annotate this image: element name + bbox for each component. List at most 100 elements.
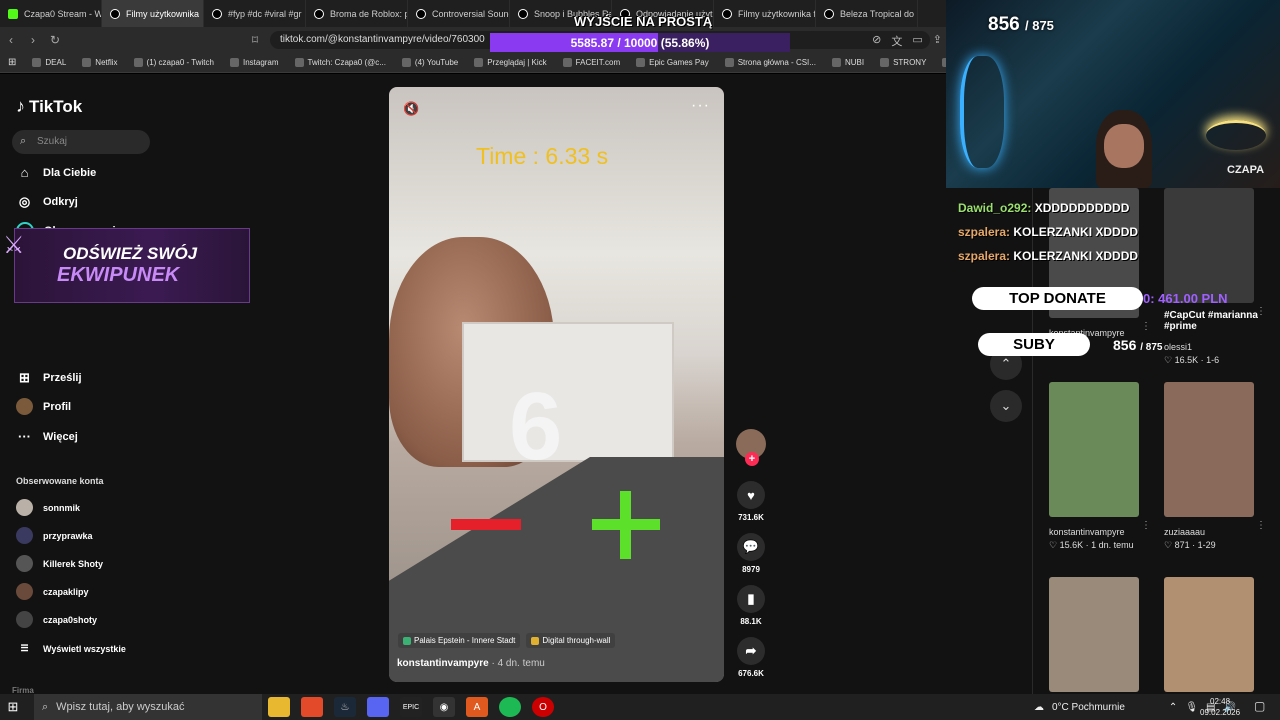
related-video-author[interactable]: zuziaaaau xyxy=(1164,527,1205,537)
share-button[interactable]: ➦ 676.6K xyxy=(732,637,770,678)
bookmark-item[interactable]: NUBI xyxy=(831,58,864,67)
discord-icon[interactable] xyxy=(367,697,389,717)
steam-icon[interactable]: ♨ xyxy=(334,697,356,717)
file-explorer-icon[interactable] xyxy=(268,697,290,717)
sidebar-item-profil[interactable]: Profil xyxy=(16,398,71,415)
reload-icon[interactable]: ↻ xyxy=(44,33,66,47)
top-donate-pill: TOP DONATE xyxy=(972,287,1143,310)
video-author[interactable]: konstantinvampyre · 4 dn. temu xyxy=(397,658,545,669)
account-name: czapaklipy xyxy=(43,586,89,597)
bookmark-label: Instagram xyxy=(242,58,279,67)
video-tags: Palais Epstein - Innere Stadt Digital th… xyxy=(398,633,616,648)
sidebar-item-dla-ciebie[interactable]: ⌂ Dla Ciebie xyxy=(16,164,97,181)
bookmark-label: DEAL xyxy=(45,58,67,67)
bookmark-item[interactable]: DEAL xyxy=(32,58,66,67)
show-all-link[interactable]: ☰ Wyświetl wszystkie xyxy=(16,643,125,654)
location-tag[interactable]: Palais Epstein - Innere Stadt xyxy=(398,633,521,648)
browser-tab[interactable]: Filmy użytkownika f xyxy=(714,0,816,27)
sidebar-item-odkryj[interactable]: ◎ Odkryj xyxy=(16,193,78,210)
back-icon[interactable]: ‹ xyxy=(0,33,22,47)
followed-account[interactable]: przyprawka xyxy=(16,527,93,544)
sidebar-item-prześlij[interactable]: ⊞ Prześlij xyxy=(16,369,81,386)
search-input[interactable]: ⌕ Szukaj xyxy=(12,130,150,154)
opera-icon[interactable]: O xyxy=(532,697,554,717)
comment-count: 8979 xyxy=(742,565,760,574)
browser-tab[interactable]: #fyp #dc #viral #gr xyxy=(204,0,306,27)
bookmark-item[interactable]: Instagram xyxy=(229,58,279,67)
more-options-icon[interactable]: ⋮ xyxy=(1256,306,1266,317)
apps-icon[interactable]: ⊞ xyxy=(8,57,16,68)
browser-tab[interactable]: Broma de Roblox: p xyxy=(306,0,408,27)
bookmark-item[interactable]: STRONY xyxy=(880,58,926,67)
related-video-thumbnail[interactable] xyxy=(1049,382,1139,517)
translate-icon[interactable]: 文 xyxy=(891,33,902,49)
related-video-thumbnail[interactable] xyxy=(1164,188,1254,303)
forward-icon[interactable]: › xyxy=(22,33,44,47)
mic-icon[interactable]: 🎙 xyxy=(1185,702,1198,713)
notification-icon[interactable]: ▢ xyxy=(1254,699,1265,713)
share-arrow-icon: ➦ xyxy=(737,637,765,665)
related-video-title[interactable]: #CapCut #marianna #prime xyxy=(1164,310,1264,332)
browser-tab[interactable]: Controversial Sound xyxy=(408,0,510,27)
tray-chevron-icon[interactable]: ⌃ xyxy=(1169,702,1177,713)
related-video-author[interactable]: konstantinvampyre xyxy=(1049,527,1125,537)
brave-icon[interactable] xyxy=(301,697,323,717)
tab-label: Broma de Roblox: p xyxy=(330,8,408,19)
more-options-icon[interactable]: ⋮ xyxy=(1141,321,1151,332)
related-video-thumbnail[interactable] xyxy=(1049,577,1139,692)
bookmark-item[interactable]: Strona główna - CSI... xyxy=(724,58,816,67)
kick-favicon-icon xyxy=(8,8,18,19)
followed-account[interactable]: czapaklipy xyxy=(16,583,89,600)
clock[interactable]: 02:48 09.02.2026 xyxy=(1200,696,1240,718)
related-video-thumbnail[interactable] xyxy=(1164,382,1254,517)
chat-text: KOLERZANKI XDDDD xyxy=(1013,225,1139,239)
bookmark-item[interactable]: (4) YouTube xyxy=(401,58,458,67)
browser-tab[interactable]: Filmy użytkownika× xyxy=(102,0,204,27)
related-video-thumbnail[interactable] xyxy=(1164,577,1254,692)
mute-icon[interactable]: 🔇 xyxy=(403,101,419,117)
bookmark-icon: ▮ xyxy=(737,585,765,613)
follow-plus-icon[interactable]: + xyxy=(745,452,759,466)
followed-account[interactable]: czapa0shoty xyxy=(16,611,97,628)
no-tracking-icon[interactable]: ⊘ xyxy=(872,33,881,49)
more-options-icon[interactable]: ··· xyxy=(691,97,710,115)
more-options-icon[interactable]: ⋮ xyxy=(1256,520,1266,531)
taskbar-search[interactable]: ⌕ Wpisz tutaj, aby wyszukać xyxy=(34,694,262,720)
like-button[interactable]: ♥ 731.6K xyxy=(732,481,770,522)
windows-start-icon[interactable]: ⊞ xyxy=(0,699,26,715)
weather-label[interactable]: 0°C Pochmurnie xyxy=(1052,702,1125,713)
bookmark-item[interactable]: Przeglądaj | Kick xyxy=(474,58,547,67)
a-app-icon[interactable]: A xyxy=(466,697,488,717)
scroll-down-button[interactable]: ⌄ xyxy=(990,390,1022,422)
share-icon[interactable]: ⇪ xyxy=(933,33,942,49)
bookmark-item[interactable]: (1) czapa0 - Twitch xyxy=(133,58,214,67)
save-button[interactable]: ▮ 88.1K xyxy=(732,585,770,626)
followed-account[interactable]: Killerek Shoty xyxy=(16,555,103,572)
neon-light xyxy=(960,56,1004,168)
browser-tab[interactable]: Beleza Tropical do N xyxy=(816,0,918,27)
bookmark-item[interactable]: Netflix xyxy=(82,58,118,67)
video-player[interactable]: 6 🔇 ··· Time : 6.33 s Palais Epstein - I… xyxy=(389,87,724,682)
related-video-stats: ♡ 16.5K · 1-6 xyxy=(1164,355,1220,365)
avatar xyxy=(16,611,33,628)
followed-account[interactable]: sonnmik xyxy=(16,499,80,516)
obs-icon[interactable]: ◉ xyxy=(433,697,455,717)
epic-games-icon[interactable]: EPIC xyxy=(400,697,422,717)
tiktok-logo[interactable]: ♪ TikTok xyxy=(16,96,82,117)
cast-icon[interactable]: ▭ xyxy=(912,33,922,49)
spotify-icon[interactable] xyxy=(499,697,521,717)
author-avatar[interactable]: + xyxy=(732,429,770,466)
browser-tab[interactable]: Czapa0 Stream - Wa xyxy=(0,0,102,27)
bookmark-item[interactable]: Twitch: Czapa0 (@c... xyxy=(294,58,386,67)
effect-tag[interactable]: Digital through-wall xyxy=(526,633,616,648)
bookmark-icon[interactable]: ⌑ xyxy=(244,33,266,47)
bookmark-item[interactable]: Epic Games Pay xyxy=(636,58,709,67)
tiktok-favicon-icon xyxy=(212,8,222,19)
more-options-icon[interactable]: ⋮ xyxy=(1141,520,1151,531)
bookmark-item[interactable]: FACEIT.com xyxy=(562,58,621,67)
related-video-author[interactable]: olessi1 xyxy=(1164,342,1192,352)
sidebar-item-więcej[interactable]: ··· Więcej xyxy=(16,428,78,445)
tiktok-favicon-icon xyxy=(518,8,528,19)
comment-button[interactable]: 💬 8979 xyxy=(732,533,770,574)
bookmark-label: FACEIT.com xyxy=(575,58,621,67)
